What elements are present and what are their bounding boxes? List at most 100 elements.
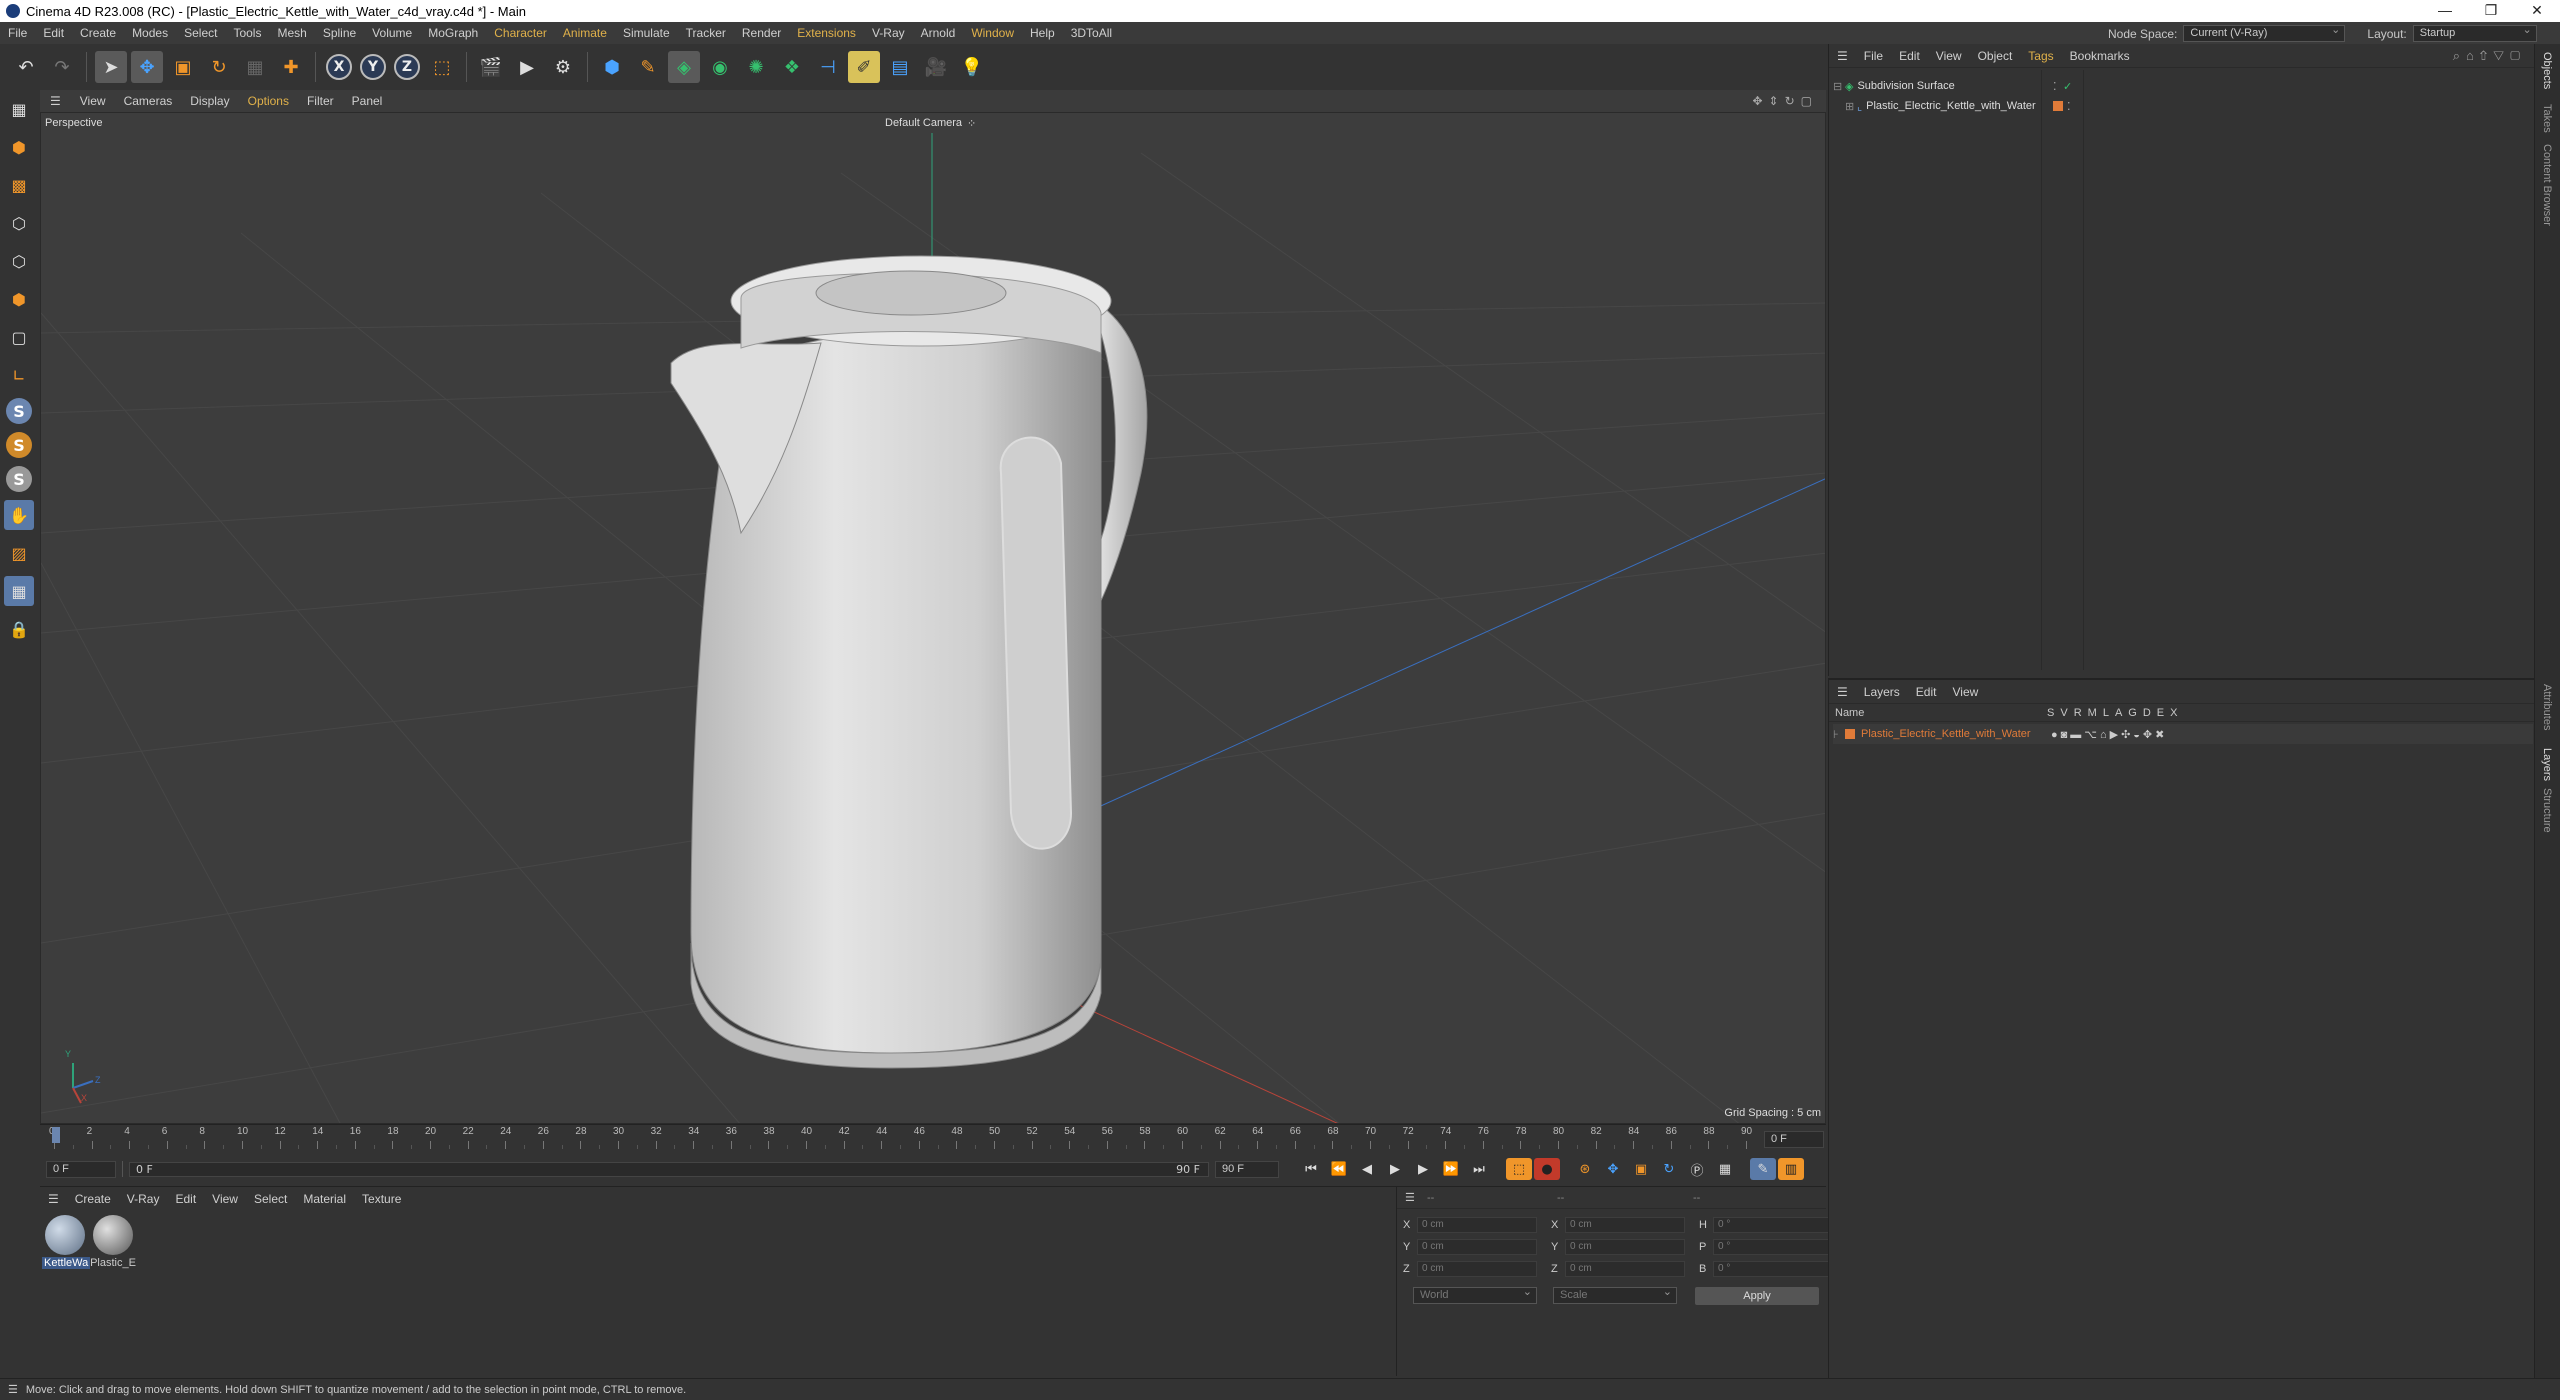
object-hamburger-icon[interactable]: ☰ — [1829, 49, 1856, 63]
menu-modes[interactable]: Modes — [124, 26, 176, 40]
redo-icon[interactable]: ↷ — [46, 51, 78, 83]
motion-path-icon[interactable]: ✎ — [1750, 1158, 1776, 1180]
x-axis-lock-button[interactable]: X — [326, 54, 352, 80]
key-param-icon[interactable]: Ⓟ — [1684, 1158, 1710, 1180]
minimize-button[interactable]: — — [2422, 0, 2468, 22]
size-x-field[interactable]: 0 cm — [1565, 1217, 1685, 1233]
layer-menu-layers[interactable]: Layers — [1856, 685, 1908, 699]
menu-tracker[interactable]: Tracker — [678, 26, 734, 40]
menu-mograph[interactable]: MoGraph — [420, 26, 486, 40]
frame-range-slider[interactable]: 0 F 90 F — [129, 1161, 1209, 1177]
menu-spline[interactable]: Spline — [315, 26, 364, 40]
size-z-field[interactable]: 0 cm — [1565, 1261, 1685, 1277]
status-hamburger-icon[interactable]: ☰ — [0, 1383, 26, 1396]
tab-objects[interactable]: Objects — [2541, 52, 2553, 89]
current-frame-field[interactable]: 0 F — [1764, 1131, 1824, 1148]
material-menu-vray[interactable]: V-Ray — [119, 1192, 168, 1206]
recent-tool-icon[interactable]: ▦ — [239, 51, 271, 83]
rotate-tool-icon[interactable]: ↻ — [203, 51, 235, 83]
object-search-icons[interactable]: ⌕⌂⇧▽▢ — [2453, 48, 2526, 64]
material-hamburger-icon[interactable]: ☰ — [40, 1192, 67, 1206]
material-menu-material[interactable]: Material — [295, 1192, 354, 1206]
size-y-field[interactable]: 0 cm — [1565, 1239, 1685, 1255]
menu-window[interactable]: Window — [963, 26, 1022, 40]
subdivision-icon[interactable]: ◈ — [668, 51, 700, 83]
material-swatch[interactable]: Plastic_E — [90, 1215, 136, 1269]
polygons-mode-icon[interactable]: ⬢ — [4, 284, 34, 314]
record-key-icon[interactable]: ⬚ — [1506, 1158, 1532, 1180]
menu-extensions[interactable]: Extensions — [789, 26, 864, 40]
menu-tools[interactable]: Tools — [225, 26, 269, 40]
axis-mode-icon[interactable]: ∟ — [4, 360, 34, 390]
enabled-check-icon[interactable]: ✓ — [2063, 80, 2072, 93]
object-menu-tags[interactable]: Tags — [2020, 49, 2061, 63]
end-frame-field[interactable]: 90 F — [1215, 1160, 1279, 1178]
go-to-end-icon[interactable]: ⏭ — [1466, 1158, 1492, 1180]
key-scale-icon[interactable]: ▣ — [1628, 1158, 1654, 1180]
go-to-start-icon[interactable]: ⏮ — [1298, 1158, 1324, 1180]
viewport-menu-display[interactable]: Display — [181, 94, 238, 108]
menu-create[interactable]: Create — [72, 26, 124, 40]
object-menu-view[interactable]: View — [1928, 49, 1970, 63]
rotation-b-field[interactable]: 0 ° — [1713, 1261, 1833, 1277]
tab-content-browser[interactable]: Content Browser — [2541, 144, 2553, 226]
3d-viewport[interactable]: Perspective Default Camera ⁘ Y Z X Grid … — [40, 112, 1826, 1124]
rotation-p-field[interactable]: 0 ° — [1713, 1239, 1833, 1255]
model-mode-icon[interactable]: ⬢ — [4, 132, 34, 162]
visibility-dots-icon[interactable]: ⁚ — [2067, 100, 2071, 113]
points-mode-icon[interactable]: ⬡ — [4, 208, 34, 238]
snap-s-icon[interactable]: S — [6, 398, 32, 424]
menu-arnold[interactable]: Arnold — [913, 26, 964, 40]
cube-primitive-icon[interactable]: ⬢ — [596, 51, 628, 83]
uv-mode-icon[interactable]: ▢ — [4, 322, 34, 352]
menu-render[interactable]: Render — [734, 26, 789, 40]
render-region-icon[interactable]: 🎬 — [475, 51, 507, 83]
grid-icon[interactable]: ▦ — [4, 576, 34, 606]
tab-attributes[interactable]: Attributes — [2541, 684, 2553, 730]
add-tool-icon[interactable]: ✚ — [275, 51, 307, 83]
layer-color-swatch[interactable] — [2053, 101, 2063, 111]
keyframe-selection-icon[interactable]: ⊛ — [1572, 1158, 1598, 1180]
object-row[interactable]: ⊞ ⌞ Plastic_Electric_Kettle_with_Water ⁚ — [1845, 96, 2535, 116]
layer-menu-edit[interactable]: Edit — [1908, 685, 1945, 699]
render-settings-icon[interactable]: ⚙ — [547, 51, 579, 83]
layer-row[interactable]: ⊦ Plastic_Electric_Kettle_with_Water ●◙▬… — [1833, 724, 2533, 744]
previous-frame-icon[interactable]: ◀ — [1354, 1158, 1380, 1180]
mograph-icon[interactable]: ❖ — [776, 51, 808, 83]
material-menu-select[interactable]: Select — [246, 1192, 295, 1206]
layer-hamburger-icon[interactable]: ☰ — [1829, 685, 1856, 699]
start-frame-field[interactable]: 0 F — [46, 1160, 116, 1178]
tab-layers[interactable]: Layers — [2541, 748, 2553, 781]
lock-icon[interactable]: 🔒 — [4, 614, 34, 644]
y-axis-lock-button[interactable]: Y — [360, 54, 386, 80]
scale-tool-icon[interactable]: ▣ — [167, 51, 199, 83]
tab-takes[interactable]: Takes — [2541, 104, 2553, 133]
snap-s2-icon[interactable]: S — [6, 432, 32, 458]
paint-icon[interactable]: ✋ — [4, 500, 34, 530]
menu-help[interactable]: Help — [1022, 26, 1063, 40]
previous-key-icon[interactable]: ⏪ — [1326, 1158, 1352, 1180]
object-menu-object[interactable]: Object — [1970, 49, 2021, 63]
viewport-hamburger-icon[interactable]: ☰ — [40, 94, 71, 108]
position-x-field[interactable]: 0 cm — [1417, 1217, 1537, 1233]
key-rotation-icon[interactable]: ↻ — [1656, 1158, 1682, 1180]
z-axis-lock-button[interactable]: Z — [394, 54, 420, 80]
timeline-editor-icon[interactable]: ▥ — [1778, 1158, 1804, 1180]
viewport-menu-filter[interactable]: Filter — [298, 94, 343, 108]
menu-3dtoall[interactable]: 3DToAll — [1063, 26, 1120, 40]
expand-toggle-icon[interactable]: ⊟ — [1833, 80, 1845, 93]
coordinates-hamburger-icon[interactable]: ☰ — [1397, 1191, 1423, 1204]
snap-s3-icon[interactable]: S — [6, 466, 32, 492]
viewport-nav-icons[interactable]: ✥⇕↻▢ — [1752, 94, 1818, 108]
menu-edit[interactable]: Edit — [35, 26, 72, 40]
key-position-icon[interactable]: ✥ — [1600, 1158, 1626, 1180]
material-menu-edit[interactable]: Edit — [167, 1192, 204, 1206]
texture-mode-icon[interactable]: ▩ — [4, 170, 34, 200]
layer-menu-view[interactable]: View — [1944, 685, 1986, 699]
pen-spline-icon[interactable]: ✎ — [632, 51, 664, 83]
menu-mesh[interactable]: Mesh — [269, 26, 314, 40]
move-tool-icon[interactable]: ✥ — [131, 51, 163, 83]
menu-file[interactable]: File — [0, 26, 35, 40]
close-button[interactable]: ✕ — [2514, 0, 2560, 22]
camera-icon[interactable]: 🎥 — [920, 51, 952, 83]
